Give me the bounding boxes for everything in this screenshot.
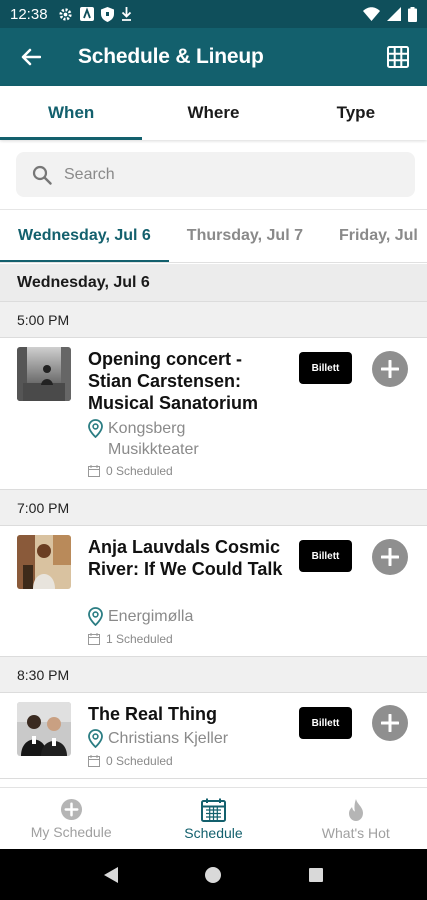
calendar-small-icon [88, 465, 100, 477]
ticket-button[interactable]: Billett [299, 352, 352, 384]
status-bar: 12:38 [0, 0, 427, 28]
event-thumbnail [17, 702, 71, 756]
event-venue: Kongsberg Musikkteater [88, 418, 238, 460]
event-title: Anja Lauvdals Cosmic River: If We Could … [88, 537, 283, 579]
time-header: 7:00 PM [0, 490, 427, 526]
calendar-small-icon [88, 755, 100, 767]
plus-icon [381, 360, 399, 378]
page-title: Schedule & Lineup [78, 45, 264, 68]
venue-label: Kongsberg Musikkteater [108, 420, 199, 458]
nav-my-schedule[interactable]: My Schedule [0, 788, 142, 849]
location-pin-icon [88, 607, 103, 626]
back-button[interactable] [0, 28, 62, 86]
grid-icon [387, 46, 409, 68]
ticket-button[interactable]: Billett [299, 707, 352, 739]
venue-label: Energimølla [108, 608, 194, 625]
shield-icon [100, 6, 114, 22]
search-placeholder: Search [64, 165, 115, 183]
search-input[interactable]: Search [16, 152, 415, 197]
plus-icon [381, 714, 399, 732]
arrow-left-icon [21, 48, 41, 66]
event-venue: Christians Kjeller [88, 728, 228, 749]
tab-where[interactable]: Where [142, 86, 284, 140]
download-icon [121, 7, 131, 21]
event-scheduled-count: 0 Scheduled [88, 464, 173, 478]
home-circle-icon[interactable] [204, 866, 222, 884]
nav-label: My Schedule [30, 824, 112, 840]
back-triangle-icon[interactable] [103, 866, 119, 884]
plus-circle-icon [60, 798, 82, 821]
date-tab-friday[interactable]: Friday, Jul [321, 210, 427, 262]
system-navigation-bar [0, 849, 427, 900]
nav-label: What's Hot [321, 825, 390, 841]
event-title: The Real Thing [88, 704, 218, 724]
calendar-small-icon [88, 633, 100, 645]
time-header: 8:30 PM [0, 657, 427, 693]
add-to-schedule-button[interactable] [372, 351, 408, 387]
nav-whats-hot[interactable]: What's Hot [285, 788, 427, 849]
event-thumbnail [17, 535, 71, 589]
bottom-navigation: My Schedule Schedule What's Hot [0, 787, 427, 849]
location-pin-icon [88, 419, 103, 438]
tab-when[interactable]: When [0, 86, 143, 140]
status-time: 12:38 [10, 5, 48, 23]
time-header: 5:00 PM [0, 302, 427, 338]
add-to-schedule-button[interactable] [372, 539, 408, 575]
recents-square-icon[interactable] [308, 867, 324, 883]
cell-signal-icon [387, 7, 401, 21]
ticket-button[interactable]: Billett [299, 540, 352, 572]
nav-schedule[interactable]: Schedule [142, 788, 284, 849]
notification-a-icon [79, 7, 94, 21]
event-row[interactable]: Opening concert - Stian Carstensen: Musi… [0, 338, 427, 490]
app-bar: Schedule & Lineup [0, 28, 427, 86]
plus-icon [381, 548, 399, 566]
event-scheduled-count: 0 Scheduled [88, 754, 173, 768]
filter-tabs: When Where Type [0, 86, 427, 140]
date-tab-thursday[interactable]: Thursday, Jul 7 [169, 210, 321, 262]
venue-label: Christians Kjeller [108, 730, 229, 747]
event-row[interactable]: The Real Thing Christians Kjeller 0 Sche… [0, 693, 427, 779]
event-scheduled-count: 1 Scheduled [88, 632, 173, 646]
date-tab-wednesday[interactable]: Wednesday, Jul 6 [0, 210, 169, 262]
flame-icon [348, 799, 363, 821]
day-header: Wednesday, Jul 6 [0, 264, 427, 302]
date-tabs: Wednesday, Jul 6 Thursday, Jul 7 Friday,… [0, 209, 427, 263]
nav-label: Schedule [184, 825, 243, 841]
event-thumbnail [17, 347, 71, 401]
add-to-schedule-button[interactable] [372, 705, 408, 741]
tab-type[interactable]: Type [285, 86, 427, 140]
calendar-icon [200, 798, 226, 822]
search-icon [32, 165, 52, 185]
event-row[interactable]: Anja Lauvdals Cosmic River: If We Could … [0, 526, 427, 657]
battery-icon [408, 6, 417, 22]
event-venue: Energimølla [88, 606, 193, 627]
grid-view-button[interactable] [369, 28, 427, 86]
wifi-icon [363, 7, 380, 21]
settings-gear-icon [58, 7, 72, 21]
location-pin-icon [88, 729, 103, 748]
event-title: Opening concert - Stian Carstensen: Musi… [88, 349, 259, 413]
